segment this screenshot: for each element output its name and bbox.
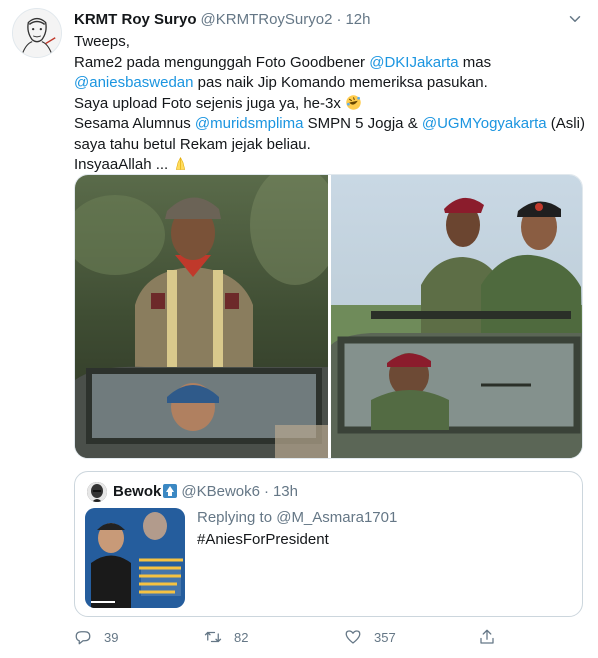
rofl-emoji-icon bbox=[346, 94, 361, 110]
text-segment: Sesama Alumnus bbox=[74, 115, 195, 132]
text-segment: (Asli) bbox=[546, 115, 585, 132]
up-arrow-badge-icon bbox=[163, 484, 178, 498]
quoted-author-name[interactable]: Bewok bbox=[113, 483, 161, 500]
tweet-text: Tweeps, Rame2 pada mengunggah Foto Goodb… bbox=[74, 32, 585, 176]
like-button[interactable]: 357 bbox=[344, 626, 396, 648]
photo-officer-khaki[interactable] bbox=[75, 175, 328, 458]
text-line: Saya upload Foto sejenis juga yа, he-3x bbox=[74, 94, 341, 112]
reply-count: 39 bbox=[104, 629, 119, 645]
tweet-actions: 39 82 357 bbox=[74, 626, 574, 648]
text-line: Tweeps, bbox=[74, 33, 130, 50]
photo-image bbox=[75, 175, 328, 458]
retweet-icon bbox=[204, 631, 222, 643]
tweet-timestamp[interactable]: 12h bbox=[345, 11, 370, 28]
author-avatar[interactable] bbox=[12, 8, 62, 58]
tweet-header: KRMT Roy Suryo @KRMTRoySuryo2 · 12h bbox=[74, 10, 574, 30]
chevron-down-icon[interactable] bbox=[566, 10, 584, 28]
tweet[interactable]: KRMT Roy Suryo @KRMTRoySuryo2 · 12h Tweeps,… bbox=[0, 0, 598, 658]
photo-image bbox=[331, 175, 582, 458]
retweet-button[interactable]: 82 bbox=[204, 626, 248, 648]
quoted-tweet-timestamp[interactable]: 13h bbox=[273, 483, 298, 500]
mention-link[interactable]: @muridsmplima bbox=[195, 115, 304, 132]
reply-icon bbox=[75, 631, 91, 645]
share-icon bbox=[480, 629, 494, 644]
avatar-sketch-icon bbox=[13, 9, 61, 57]
separator-dot: · bbox=[336, 11, 342, 28]
mention-link[interactable]: @aniesbaswedan bbox=[74, 74, 193, 91]
avatar-image bbox=[87, 482, 107, 502]
mention-link[interactable]: @UGMYogyakarta bbox=[422, 115, 547, 132]
quoted-author-handle[interactable]: @KBewok6 bbox=[181, 483, 260, 500]
mention-link[interactable]: @DKIJakarta bbox=[369, 54, 458, 71]
quoted-tweet-text: #AniesForPresident bbox=[197, 531, 329, 548]
author-handle[interactable]: @KRMTRoySuryo2 bbox=[201, 11, 333, 28]
quoted-author-avatar[interactable] bbox=[87, 482, 107, 502]
replying-to-text: Replying to @M_Asmara1701 bbox=[197, 509, 398, 526]
separator-dot: · bbox=[263, 483, 269, 500]
text-segment: SMPN 5 Jogja & bbox=[303, 115, 422, 132]
text-line: InsyaaAllah ... bbox=[74, 156, 169, 173]
share-button[interactable] bbox=[478, 626, 496, 648]
photo-jeep-inspection[interactable] bbox=[331, 175, 582, 458]
text-segment: mas bbox=[458, 53, 492, 71]
heart-icon bbox=[345, 630, 361, 644]
quoted-tweet[interactable]: Bewok @KBewok6 · 13h Replying to @M_Asmara1… bbox=[74, 471, 583, 617]
folded-hands-emoji-icon bbox=[176, 157, 186, 170]
quoted-tweet-thumbnail[interactable] bbox=[85, 508, 185, 608]
tweet-media[interactable] bbox=[74, 174, 583, 459]
thumbnail-image bbox=[85, 508, 185, 608]
text-segment: Rame2 pada mengunggah Foto Goodbener bbox=[74, 53, 370, 71]
retweet-count: 82 bbox=[234, 629, 249, 645]
quoted-tweet-header: Bewok @KBewok6 · 13h bbox=[113, 482, 298, 502]
author-name[interactable]: KRMT Roy Suryo bbox=[74, 11, 197, 28]
reply-button[interactable]: 39 bbox=[74, 626, 118, 648]
text-line: saya tahu betul Rekam jejak beliau. bbox=[74, 135, 311, 153]
text-segment: pas naik Jip Komando memeriksa pasukan. bbox=[193, 74, 488, 91]
like-count: 357 bbox=[374, 629, 396, 645]
